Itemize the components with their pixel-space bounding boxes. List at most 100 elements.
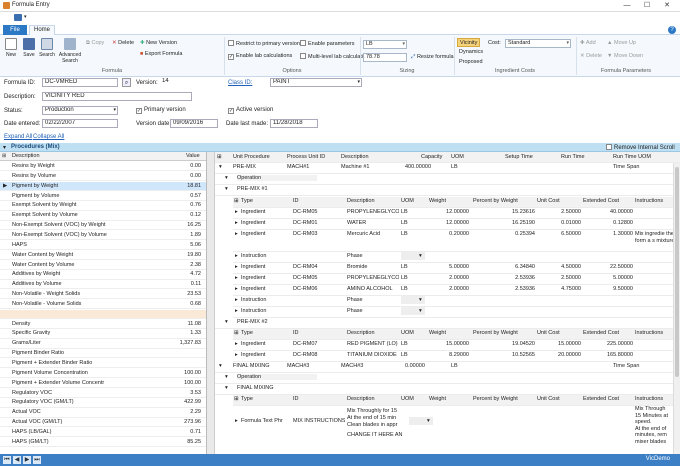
property-row[interactable]: Water Content by Weight 19.80 bbox=[0, 251, 206, 260]
restrict-checkbox[interactable]: Restrict to primary versions bbox=[228, 40, 303, 47]
property-row[interactable]: Additives by Volume 0.11 bbox=[0, 280, 206, 290]
ingredient-description[interactable]: RED PIGMENT (LO) bbox=[347, 341, 399, 347]
ingredient-uom[interactable]: LB bbox=[401, 209, 427, 215]
col-header-6[interactable]: Run Time bbox=[561, 154, 611, 160]
ingredient-description[interactable]: Phase bbox=[347, 297, 399, 303]
add-parameter-button[interactable]: ✚ Add bbox=[580, 40, 596, 46]
collapse-icon[interactable]: ▾ bbox=[225, 374, 233, 380]
ing-col-header-7[interactable]: Extended Cost bbox=[583, 330, 633, 336]
property-row[interactable]: Specific Gravity 1.33 bbox=[0, 329, 206, 339]
ingredient-weight[interactable]: 2.00000 bbox=[429, 286, 469, 292]
search-button[interactable]: Search bbox=[39, 38, 55, 58]
ingredient-description[interactable]: Phase bbox=[347, 308, 399, 314]
collapse-all-link[interactable]: Collapse All bbox=[33, 134, 64, 140]
version-date-field[interactable]: 09/09/2016 bbox=[170, 119, 218, 128]
property-row[interactable]: Non-Volatile - Weight Solids 23.53 bbox=[0, 290, 206, 300]
splitter[interactable] bbox=[207, 152, 215, 454]
last-record-icon[interactable]: ⏭ bbox=[33, 456, 41, 464]
qat-dropdown-icon[interactable]: ▾ bbox=[24, 14, 27, 20]
lookup-icon[interactable]: ⌕ bbox=[122, 78, 131, 87]
ing-col-header-3[interactable]: UOM bbox=[401, 330, 427, 336]
ingredient-description[interactable]: PROPYLENEGLYCOL bbox=[347, 209, 399, 215]
property-row[interactable]: Pigment Volume Concentration 100.00 bbox=[0, 369, 206, 379]
ing-col-header-1[interactable]: ID bbox=[293, 198, 345, 204]
property-row[interactable]: Pigment + Extender Volume Concentr 100.00 bbox=[0, 379, 206, 388]
copy-button[interactable]: ⧉ Copy bbox=[86, 40, 104, 47]
ingredient-uom[interactable]: LB bbox=[401, 341, 427, 347]
property-row[interactable]: ▶ Pigment by Weight 18.81 bbox=[0, 181, 206, 191]
extended-cost[interactable]: 165.80000 bbox=[583, 352, 633, 358]
property-row[interactable]: Regulatory VOC (GM/LT) 422.99 bbox=[0, 398, 206, 408]
version-field[interactable]: 14 bbox=[160, 78, 212, 87]
resize-formula-button[interactable]: ⤢ Resize formula bbox=[411, 54, 454, 61]
collapse-icon[interactable]: ▾ bbox=[225, 385, 233, 391]
date-entered-field[interactable]: 02/22/2007 bbox=[42, 119, 118, 128]
ingredient-weight[interactable]: 12.00000 bbox=[429, 209, 469, 215]
property-row[interactable]: HAPS (LB/GAL) 0.71 bbox=[0, 428, 206, 438]
ingredient-uom[interactable]: LB bbox=[401, 275, 427, 281]
unit-procedure[interactable]: FINAL MIXING bbox=[233, 363, 285, 369]
extended-cost[interactable]: 40.00000 bbox=[583, 209, 633, 215]
row-type[interactable]: Formula Text Phr bbox=[241, 418, 291, 424]
percent-by-weight[interactable]: 2.53936 bbox=[473, 275, 535, 281]
ingredient-description[interactable]: Phase bbox=[347, 253, 399, 259]
unit-cost[interactable]: 20.00000 bbox=[537, 352, 581, 358]
extended-cost[interactable]: 22.50000 bbox=[583, 264, 633, 270]
row-type[interactable]: Ingredient bbox=[241, 286, 291, 292]
property-row[interactable]: Grams/Liter 1,327.83 bbox=[0, 339, 206, 349]
ingredient-id[interactable]: DC-RM06 bbox=[293, 286, 345, 292]
export-formula-button[interactable]: ■ Export Formula bbox=[140, 51, 182, 57]
extended-cost[interactable]: 5.00000 bbox=[583, 275, 633, 281]
property-row[interactable]: Pigment Binder Ratio bbox=[0, 349, 206, 359]
collapse-icon[interactable]: ▾ bbox=[219, 363, 227, 369]
run-time-uom[interactable]: Time Span bbox=[613, 363, 668, 369]
property-row[interactable] bbox=[0, 309, 206, 320]
ing-col-header-0[interactable]: Type bbox=[241, 198, 291, 204]
row-type[interactable]: Instruction bbox=[241, 253, 291, 259]
ingredient-description[interactable]: TITANIUM DIOXIDE bbox=[347, 352, 399, 358]
date-modified-field[interactable]: 11/28/2018 bbox=[270, 119, 318, 128]
unit-cost[interactable]: 15.00000 bbox=[537, 341, 581, 347]
ingredient-id[interactable]: DC-RM04 bbox=[293, 264, 345, 270]
chevron-down-icon[interactable]: ▾ bbox=[419, 297, 427, 303]
unit-cost[interactable]: 6.50000 bbox=[537, 231, 581, 237]
unit-select[interactable]: LB ▾ bbox=[363, 40, 407, 49]
printer-icon[interactable] bbox=[14, 14, 22, 21]
col-header-2[interactable]: Description bbox=[341, 154, 419, 160]
ingredient-description[interactable]: Mercuric Acid bbox=[347, 231, 399, 237]
col-header-0[interactable]: Unit Procedure bbox=[233, 154, 285, 160]
help-icon[interactable]: ? bbox=[668, 26, 676, 34]
property-row[interactable]: HAPS (GM/LT) 85.25 bbox=[0, 438, 206, 448]
col-description-header[interactable]: Description bbox=[12, 153, 40, 159]
advanced-search-button[interactable]: Advanced Search bbox=[58, 38, 82, 64]
cost-select[interactable]: Standard ▾ bbox=[505, 39, 571, 48]
ingredient-weight[interactable]: 2.00000 bbox=[429, 275, 469, 281]
ingredient-id[interactable]: DC-RM05 bbox=[293, 209, 345, 215]
property-row[interactable]: Regulatory VOC 3.53 bbox=[0, 389, 206, 398]
property-row[interactable]: Actual VOC (GM/LT) 273.96 bbox=[0, 418, 206, 428]
delete-parameter-button[interactable]: ✕ Delete bbox=[580, 53, 602, 59]
new-button[interactable]: New bbox=[3, 38, 19, 58]
row-type[interactable]: Ingredient bbox=[241, 352, 291, 358]
run-time-uom[interactable]: Time Span bbox=[613, 164, 668, 170]
ingredient-description[interactable]: WATER bbox=[347, 220, 399, 226]
new-version-button[interactable]: ✚ New Version bbox=[140, 40, 177, 46]
property-row[interactable]: Non-Exempt Solvent (VOC) by Weight 16.25 bbox=[0, 221, 206, 231]
status-select[interactable]: Production ▾ bbox=[42, 106, 118, 115]
ingredient-description[interactable]: Bromide bbox=[347, 264, 399, 270]
minimize-button[interactable]: — bbox=[620, 1, 634, 10]
proposed-button[interactable]: Proposed bbox=[459, 59, 483, 65]
col-header-4[interactable]: UOM bbox=[451, 154, 503, 160]
ing-col-header-7[interactable]: Extended Cost bbox=[583, 198, 633, 204]
ingredient-id[interactable]: MIX INSTRUCTIONS bbox=[293, 418, 345, 424]
ingredient-weight[interactable]: 15.00000 bbox=[429, 341, 469, 347]
unit-cost[interactable]: 4.75000 bbox=[537, 286, 581, 292]
collapse-icon[interactable]: ▾ bbox=[219, 164, 227, 170]
ingredient-weight[interactable]: 0.20000 bbox=[429, 231, 469, 237]
ingredient-weight[interactable]: 8.29000 bbox=[429, 352, 469, 358]
ingredient-uom[interactable]: LB bbox=[401, 231, 427, 237]
ing-col-header-1[interactable]: ID bbox=[293, 396, 345, 402]
row-type[interactable]: Ingredient bbox=[241, 231, 291, 237]
property-row[interactable]: Resins by Weight 0.00 bbox=[0, 162, 206, 172]
multi-level-checkbox[interactable]: Multi-level lab calculations bbox=[300, 53, 372, 60]
